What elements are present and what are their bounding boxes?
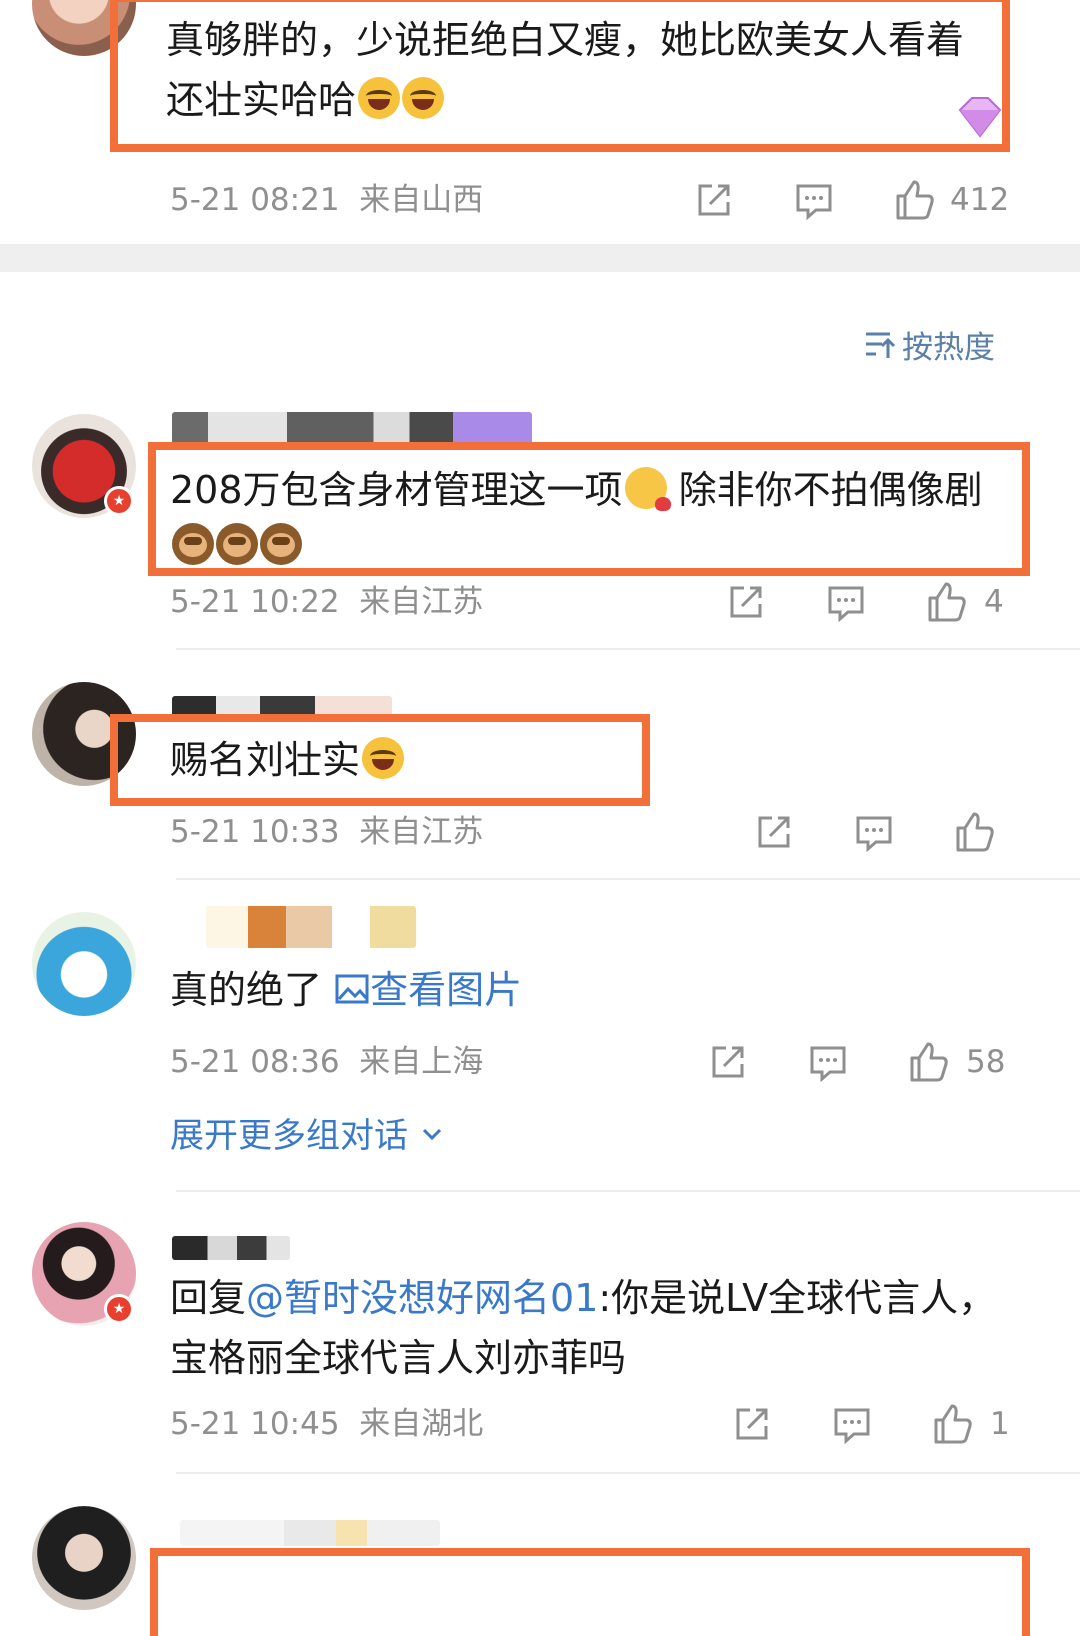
comment-time: 5-21 10:33	[170, 814, 340, 850]
like-icon[interactable]	[892, 178, 936, 222]
comment-time: 5-21 08:21	[170, 182, 340, 218]
comment-divider	[176, 1190, 1080, 1192]
comment-time: 5-21 10:45	[170, 1406, 340, 1442]
comment-icon[interactable]	[852, 810, 896, 854]
comment-text-line: 宝格丽全球代言人刘亦菲吗	[170, 1336, 627, 1380]
username-redacted	[172, 412, 532, 446]
comment-text: 真够胖的，少说拒绝白又瘦，她比欧美女人看着	[166, 10, 964, 70]
comment-icon[interactable]	[792, 178, 836, 222]
comment-text: 真的绝了 查看图片	[170, 960, 522, 1020]
like-icon[interactable]	[906, 1040, 950, 1084]
comment-icon[interactable]	[830, 1402, 874, 1446]
comment-meta: 5-21 10:22 来自江苏	[170, 582, 483, 622]
like-icon[interactable]	[930, 1402, 974, 1446]
comment-text-line: 赐名刘壮实	[170, 738, 361, 782]
like-count: 4	[984, 584, 1004, 620]
sort-label: 按热度	[902, 329, 995, 366]
expand-conversation-link[interactable]: 展开更多组对话	[170, 1114, 445, 1158]
comment-icon[interactable]	[824, 580, 868, 624]
share-icon[interactable]	[730, 1402, 774, 1446]
comment-icon[interactable]	[806, 1040, 850, 1084]
section-divider	[0, 244, 1080, 272]
like-icon[interactable]	[952, 810, 996, 854]
share-icon[interactable]	[724, 580, 768, 624]
share-icon[interactable]	[706, 1040, 750, 1084]
mention-link[interactable]: @暂时没想好网名01	[246, 1276, 598, 1320]
like-count: 412	[950, 182, 1010, 218]
comment-location: 来自江苏	[359, 584, 484, 620]
comment-highlight-box	[150, 1548, 1030, 1636]
expand-label: 展开更多组对话	[170, 1116, 408, 1156]
comment-text-line: 真的绝了	[170, 968, 323, 1012]
reply-prefix: 回复	[170, 1276, 247, 1320]
sort-button[interactable]: 按热度	[862, 322, 995, 366]
view-image-label: 查看图片	[370, 968, 523, 1012]
verified-badge-icon: ★	[104, 1294, 134, 1324]
share-icon[interactable]	[752, 810, 796, 854]
view-image-link[interactable]: 查看图片	[334, 968, 522, 1012]
like-icon[interactable]	[924, 580, 968, 624]
sort-icon	[862, 326, 898, 362]
avatar[interactable]	[32, 912, 136, 1016]
comment-meta: 5-21 10:33 来自江苏	[170, 812, 483, 852]
comment-location: 来自山西	[359, 182, 484, 218]
comment-text-line: :你是说LV全球代言人，	[598, 1276, 997, 1320]
comment-text: 208万包含身材管理这一项 除非你不拍偶像剧	[170, 460, 983, 520]
comment-divider	[176, 1472, 1080, 1474]
comment-text-line: 真够胖的，少说拒绝白又瘦，她比欧美女人看着	[166, 18, 965, 62]
comment-text: 回复@暂时没想好网名01:你是说LV全球代言人，	[170, 1268, 996, 1328]
comment-meta: 5-21 08:36 来自上海	[170, 1042, 483, 1082]
username-redacted	[172, 1236, 290, 1260]
avatar[interactable]	[32, 1506, 136, 1610]
verified-badge-icon: ★	[104, 486, 134, 516]
share-icon[interactable]	[692, 178, 736, 222]
comment-time: 5-21 08:36	[170, 1044, 340, 1080]
comment-text: 还壮实哈哈	[166, 70, 445, 130]
comment-divider	[176, 648, 1080, 650]
laugh-cry-emoji-icon	[362, 737, 405, 779]
username-redacted	[206, 906, 416, 948]
image-icon	[334, 964, 370, 1004]
comment-text: 赐名刘壮实	[170, 730, 405, 790]
comment-text	[170, 516, 302, 576]
comment-location: 来自湖北	[359, 1406, 484, 1442]
monkey-emoji-icon	[260, 523, 302, 565]
comment-text-line: 除非你不拍偶像剧	[678, 468, 983, 512]
monkey-emoji-icon	[172, 523, 214, 565]
like-count: 58	[966, 1044, 1006, 1080]
shy-emoji-icon	[624, 467, 671, 511]
chevron-down-icon	[419, 1114, 445, 1141]
laugh-cry-emoji-icon	[402, 77, 445, 119]
comment-text: 宝格丽全球代言人刘亦菲吗	[170, 1328, 626, 1388]
comment-time: 5-21 10:22	[170, 584, 340, 620]
comment-meta: 5-21 08:21 来自山西	[170, 180, 483, 220]
monkey-emoji-icon	[216, 523, 258, 565]
comment-location: 来自江苏	[359, 814, 484, 850]
comment-text-line: 还壮实哈哈	[166, 78, 357, 122]
comment-meta: 5-21 10:45 来自湖北	[170, 1404, 483, 1444]
comment-location: 来自上海	[359, 1044, 484, 1080]
like-count: 1	[990, 1406, 1010, 1442]
username-redacted	[180, 1520, 440, 1546]
laugh-cry-emoji-icon	[358, 77, 401, 119]
comment-divider	[176, 878, 1080, 880]
comment-text-line: 208万包含身材管理这一项	[170, 468, 623, 512]
